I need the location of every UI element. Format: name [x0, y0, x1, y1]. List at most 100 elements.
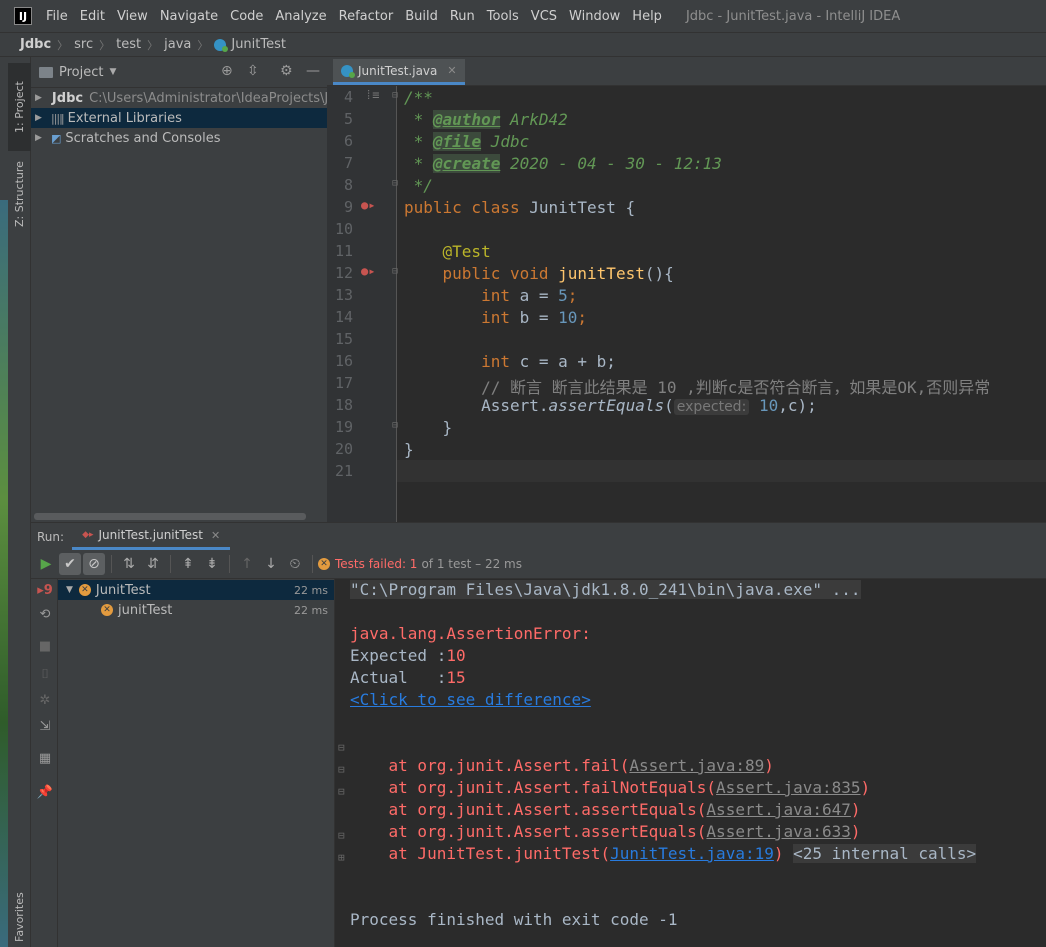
- layout-icon[interactable]: ▦: [35, 751, 55, 766]
- console-expected-line: Expected :10: [350, 646, 466, 665]
- show-ignored-icon[interactable]: ⊘: [83, 553, 105, 575]
- fold-marker-icon[interactable]: ⊟: [392, 178, 398, 189]
- run-test-class-icon[interactable]: ●▸: [361, 198, 375, 212]
- tree-item-scratches[interactable]: ▶ ◩ Scratches and Consoles: [31, 128, 327, 148]
- stack-frame-link[interactable]: Assert.java:633: [706, 822, 851, 841]
- stack-frame-link[interactable]: JunitTest.java:19: [610, 844, 774, 863]
- line-comment: // 断言 断言此结果是 10 ,判断c是否符合断言，如果是OK,否则异常: [481, 378, 991, 397]
- collapse-all-icon[interactable]: ⇳: [247, 63, 259, 79]
- fold-marker-icon[interactable]: ⊟: [338, 829, 345, 842]
- test-history-icon[interactable]: ⏲: [284, 553, 306, 575]
- java-command[interactable]: "C:\Program Files\Java\jdk1.8.0_241\bin\…: [350, 580, 861, 599]
- run-tab[interactable]: ◆▸ JunitTest.junitTest ✕: [72, 523, 231, 550]
- fold-marker-icon[interactable]: ⊟: [392, 266, 398, 277]
- code-line-12: public void junitTest(){: [404, 264, 674, 283]
- doc-render-icon[interactable]: ⁞≡: [365, 88, 379, 103]
- minimize-icon[interactable]: —: [306, 63, 320, 79]
- collapse-all-icon[interactable]: ⇟: [201, 553, 223, 575]
- menu-build[interactable]: Build: [399, 9, 444, 24]
- tree-item-project-root[interactable]: ▶ Jdbc C:\Users\Administrator\IdeaProjec…: [31, 88, 327, 108]
- stack-frame-link[interactable]: Assert.java:647: [706, 800, 851, 819]
- menu-view[interactable]: View: [111, 9, 154, 24]
- locate-icon[interactable]: ⊕: [221, 63, 233, 79]
- fold-marker-icon[interactable]: ⊟: [338, 741, 345, 754]
- chevron-down-icon[interactable]: ▼: [109, 67, 116, 77]
- menu-navigate[interactable]: Navigate: [154, 9, 224, 24]
- library-icon: |||‖: [51, 111, 65, 125]
- expand-internal-calls-icon[interactable]: ⊞: [338, 851, 345, 864]
- settings-icon[interactable]: ✲: [35, 693, 55, 708]
- line-number: 16: [334, 352, 353, 370]
- structure-tool-tab[interactable]: Z: Structure: [8, 153, 31, 235]
- expand-arrow-icon[interactable]: ▶: [35, 93, 42, 103]
- show-passed-icon[interactable]: ✔: [59, 553, 81, 575]
- project-view-selector[interactable]: Project: [59, 65, 103, 80]
- project-panel-scrollbar[interactable]: [34, 513, 306, 520]
- fold-marker-icon[interactable]: ⊟: [392, 420, 398, 431]
- expected-value: 10: [446, 646, 466, 665]
- menu-help[interactable]: Help: [626, 9, 668, 24]
- menu-window[interactable]: Window: [563, 9, 626, 24]
- import-tests-icon[interactable]: ⇲: [35, 719, 55, 734]
- toggle-auto-test-icon[interactable]: ⟲: [35, 607, 55, 622]
- menu-run[interactable]: Run: [444, 9, 481, 24]
- internal-calls-fold[interactable]: <25 internal calls>: [793, 844, 977, 863]
- menu-vcs[interactable]: VCS: [525, 9, 563, 24]
- close-icon[interactable]: ✕: [211, 529, 220, 542]
- menu-edit[interactable]: Edit: [74, 9, 111, 24]
- test-tree-item-method[interactable]: ✕ junitTest 22 ms: [58, 600, 334, 620]
- code-editor[interactable]: 4 5 6 7 8 9 10 11 12 13 14 15 16 17 18 1…: [327, 86, 1046, 522]
- breadcrumb-item-project[interactable]: Jdbc: [20, 37, 51, 52]
- stack-frame-link[interactable]: Assert.java:89: [629, 756, 764, 775]
- stack-frame: at org.junit.Assert.assertEquals(Assert.…: [350, 822, 861, 841]
- expand-arrow-icon[interactable]: ▶: [35, 113, 45, 123]
- editor-tab-junittest[interactable]: JunitTest.java ✕: [333, 59, 465, 85]
- code-line-8: */: [404, 176, 433, 195]
- menu-tools[interactable]: Tools: [481, 9, 525, 24]
- actual-value: 15: [446, 668, 466, 687]
- breadcrumb-item-src[interactable]: src: [74, 37, 93, 52]
- favorites-tool-tab[interactable]: Favorites: [8, 887, 31, 947]
- menu-file[interactable]: File: [40, 9, 74, 24]
- sort-by-duration-icon[interactable]: ⇵: [142, 553, 164, 575]
- expand-arrow-icon[interactable]: ▶: [35, 133, 45, 143]
- expand-arrow-icon[interactable]: ▼: [66, 585, 73, 595]
- see-difference-link[interactable]: <Click to see difference>: [350, 690, 591, 709]
- sort-alphabetically-icon[interactable]: ⇅: [118, 553, 140, 575]
- fold-marker-icon[interactable]: ⊟: [392, 90, 398, 101]
- tree-item-external-libraries[interactable]: ▶ |||‖ External Libraries: [31, 108, 327, 128]
- stop-icon[interactable]: ■: [35, 639, 55, 654]
- menu-code[interactable]: Code: [224, 9, 269, 24]
- line-number: 11: [334, 242, 353, 260]
- number-literal: 10: [758, 396, 779, 415]
- project-tool-tab[interactable]: 1: Project: [8, 63, 31, 151]
- menu-refactor[interactable]: Refactor: [333, 9, 400, 24]
- line-number: 5: [343, 110, 353, 128]
- close-icon[interactable]: ✕: [447, 64, 456, 77]
- pin-icon[interactable]: 📌: [35, 785, 55, 800]
- code-line-20: }: [404, 440, 414, 459]
- breadcrumb-item-class[interactable]: JunitTest: [231, 37, 286, 52]
- stack-frame-link[interactable]: Assert.java:835: [716, 778, 861, 797]
- menu-analyze[interactable]: Analyze: [269, 9, 332, 24]
- breadcrumb-item-java[interactable]: java: [164, 37, 191, 52]
- line-number: 20: [334, 440, 353, 458]
- camera-icon[interactable]: ⌷: [35, 667, 55, 682]
- arrow-down-icon[interactable]: ↓: [260, 553, 282, 575]
- fold-marker-icon[interactable]: ⊟: [338, 785, 345, 798]
- chevron-right-icon: 〉: [197, 38, 209, 52]
- keyword: public class: [404, 198, 520, 217]
- gear-icon[interactable]: ⚙: [280, 63, 293, 79]
- javadoc-create-value: 2020 - 04 - 30 - 12:13: [500, 154, 722, 173]
- assert-class: Assert.: [481, 396, 549, 415]
- expand-all-icon[interactable]: ⇞: [177, 553, 199, 575]
- arrow-up-icon[interactable]: ↑: [236, 553, 258, 575]
- test-tree-item-class[interactable]: ▼ ✕ JunitTest 22 ms: [58, 580, 334, 600]
- fold-marker-icon[interactable]: ⊟: [338, 763, 345, 776]
- line-number: 14: [334, 308, 353, 326]
- console-output[interactable]: "C:\Program Files\Java\jdk1.8.0_241\bin\…: [335, 579, 1046, 947]
- run-test-method-icon[interactable]: ●▸: [361, 264, 375, 278]
- rerun-icon[interactable]: ▶: [35, 553, 57, 575]
- breadcrumb-item-test[interactable]: test: [116, 37, 141, 52]
- rerun-failed-tests-icon[interactable]: ▸9: [35, 583, 55, 598]
